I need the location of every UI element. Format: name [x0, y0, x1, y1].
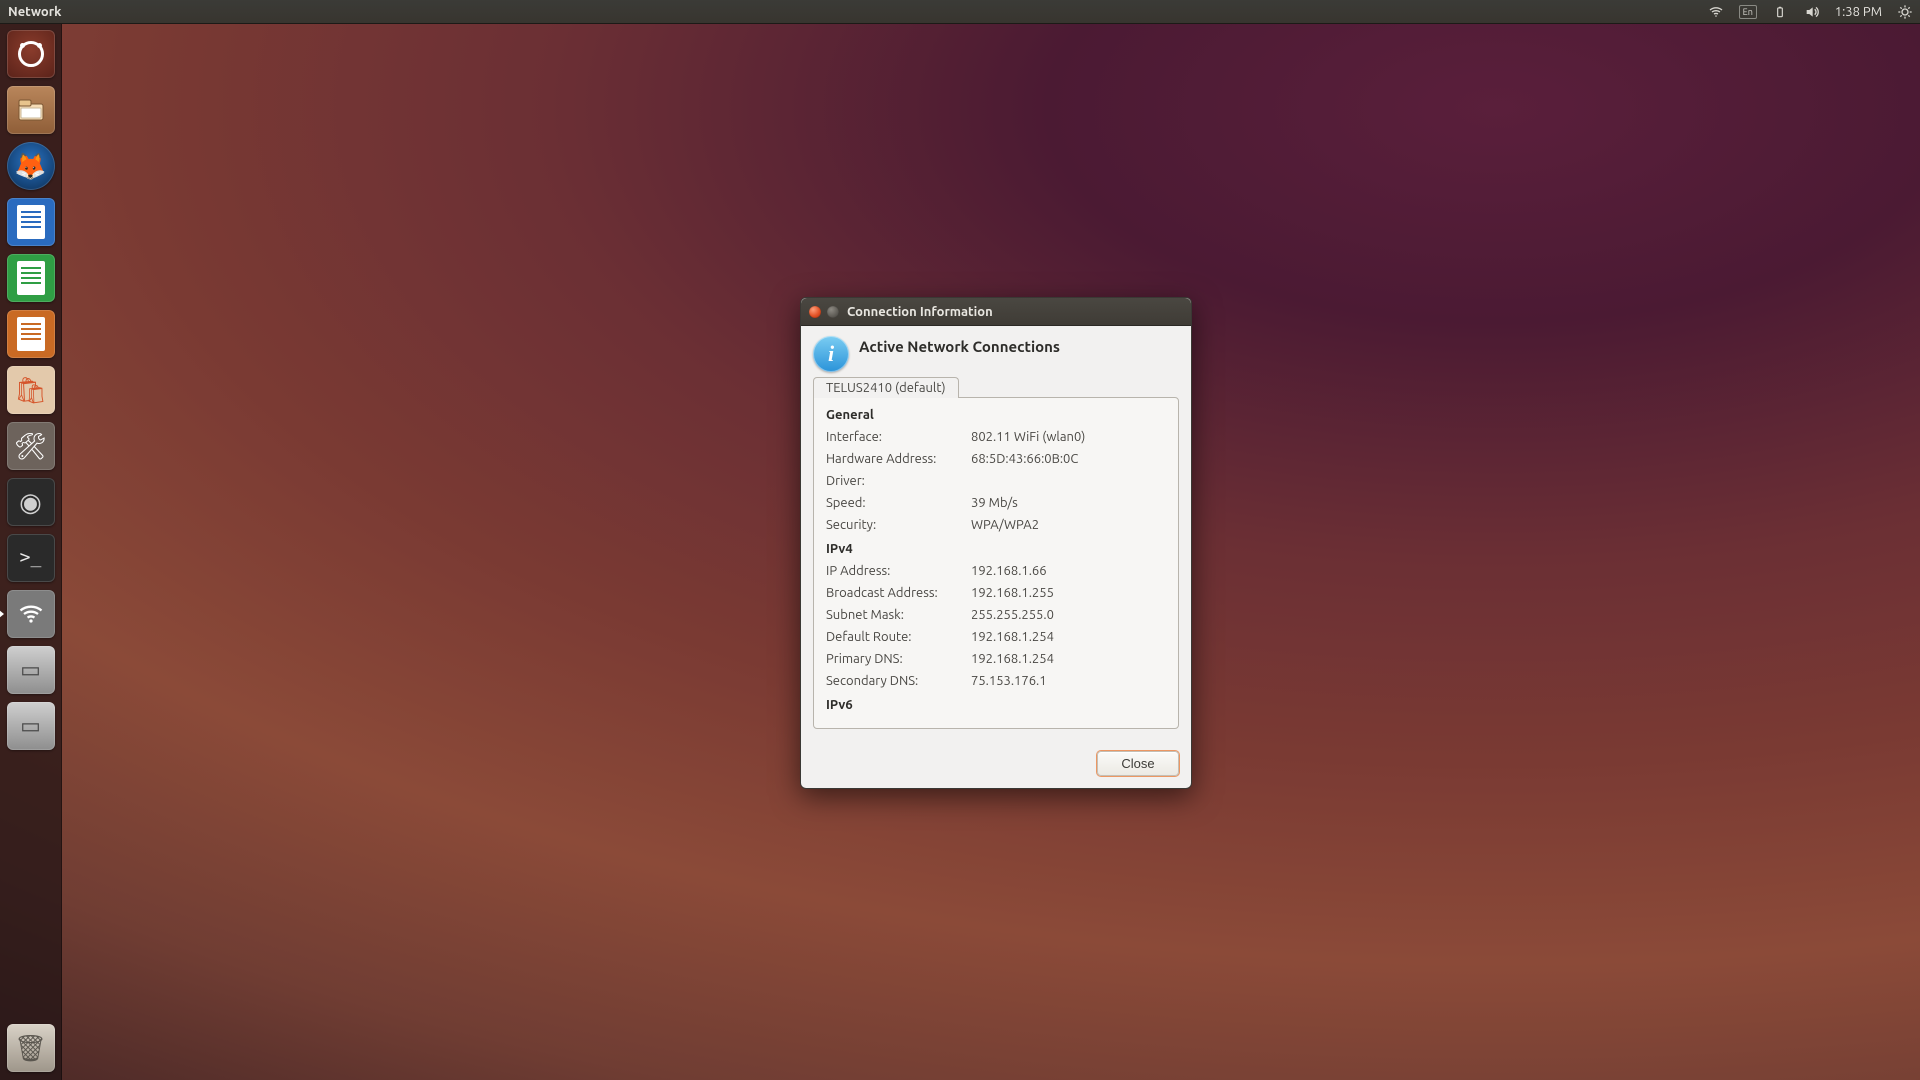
launcher-item-trash[interactable]: 🗑 [7, 1024, 55, 1072]
trash-icon: 🗑 [14, 1035, 47, 1061]
value-subnet-mask: 255.255.255.0 [971, 604, 1166, 626]
launcher-item-dash[interactable] [7, 30, 55, 78]
label-secondary-dns: Secondary DNS: [826, 670, 971, 692]
connection-information-dialog: Connection Information i Active Network … [800, 297, 1192, 789]
keyboard-layout-indicator[interactable]: En [1739, 5, 1757, 19]
firefox-icon: 🦊 [14, 153, 46, 179]
dialog-titlebar[interactable]: Connection Information [801, 298, 1191, 326]
sound-indicator-icon[interactable] [1803, 3, 1821, 21]
terminal-icon: >_ [20, 549, 42, 567]
battery-indicator-icon[interactable] [1771, 3, 1789, 21]
tab-panel: General Interface:802.11 WiFi (wlan0) Ha… [813, 397, 1179, 729]
launcher-item-terminal[interactable]: >_ [7, 534, 55, 582]
clock-indicator[interactable]: 1:38 PM [1835, 5, 1882, 19]
value-interface: 802.11 WiFi (wlan0) [971, 426, 1166, 448]
close-button[interactable]: Close [1097, 751, 1179, 776]
launcher-item-files[interactable] [7, 86, 55, 134]
value-secondary-dns: 75.153.176.1 [971, 670, 1166, 692]
launcher-item-backup[interactable]: ◉ [7, 478, 55, 526]
value-default-route: 192.168.1.254 [971, 626, 1166, 648]
launcher-item-system-settings[interactable]: 🛠 [7, 422, 55, 470]
launcher: 🦊 🛍 🛠 ◉ >_ ▭ ▭ 🗑 [0, 24, 62, 1080]
window-minimize-button[interactable] [827, 306, 839, 318]
safe-icon: ◉ [19, 489, 42, 515]
launcher-item-network[interactable] [7, 590, 55, 638]
ubuntu-logo-icon [18, 41, 44, 67]
gear-wrench-icon: 🛠 [14, 433, 47, 459]
label-default-route: Default Route: [826, 626, 971, 648]
tab-connection[interactable]: TELUS2410 (default) [813, 377, 959, 398]
info-icon: i [813, 336, 849, 372]
label-subnet-mask: Subnet Mask: [826, 604, 971, 626]
document-impress-icon [17, 317, 45, 351]
label-driver: Driver: [826, 470, 971, 492]
launcher-item-firefox[interactable]: 🦊 [7, 142, 55, 190]
session-indicator-icon[interactable] [1896, 3, 1914, 21]
value-security: WPA/WPA2 [971, 514, 1166, 536]
label-broadcast: Broadcast Address: [826, 582, 971, 604]
wifi-icon [15, 598, 47, 630]
dialog-title: Connection Information [847, 305, 993, 319]
document-calc-icon [17, 261, 45, 295]
launcher-item-disk-a[interactable]: ▭ [7, 646, 55, 694]
launcher-item-disk-b[interactable]: ▭ [7, 702, 55, 750]
value-ip-address: 192.168.1.66 [971, 560, 1166, 582]
label-security: Security: [826, 514, 971, 536]
value-speed: 39 Mb/s [971, 492, 1166, 514]
section-general-title: General [826, 408, 1166, 422]
label-ip-address: IP Address: [826, 560, 971, 582]
value-primary-dns: 192.168.1.254 [971, 648, 1166, 670]
value-driver [971, 470, 1166, 492]
launcher-item-software-center[interactable]: 🛍 [7, 366, 55, 414]
hard-drive-icon: ▭ [20, 659, 41, 681]
value-broadcast: 192.168.1.255 [971, 582, 1166, 604]
launcher-item-calc[interactable] [7, 254, 55, 302]
section-ipv4-title: IPv4 [826, 542, 1166, 556]
dialog-heading: Active Network Connections [859, 338, 1060, 355]
hard-drive-icon: ▭ [20, 715, 41, 737]
section-ipv6-title: IPv6 [826, 698, 1166, 712]
connection-tabs: TELUS2410 (default) General Interface:80… [813, 376, 1179, 729]
label-speed: Speed: [826, 492, 971, 514]
window-close-button[interactable] [809, 306, 821, 318]
menubar: Network En 1:38 PM [0, 0, 1920, 24]
document-writer-icon [17, 205, 45, 239]
wifi-indicator-icon[interactable] [1707, 3, 1725, 21]
active-app-title: Network [8, 5, 61, 19]
label-primary-dns: Primary DNS: [826, 648, 971, 670]
label-interface: Interface: [826, 426, 971, 448]
label-hw-address: Hardware Address: [826, 448, 971, 470]
file-manager-icon [15, 94, 47, 126]
value-hw-address: 68:5D:43:66:0B:0C [971, 448, 1166, 470]
indicator-area: En 1:38 PM [1707, 3, 1914, 21]
launcher-item-writer[interactable] [7, 198, 55, 246]
launcher-item-impress[interactable] [7, 310, 55, 358]
shopping-bag-icon: 🛍 [14, 377, 47, 403]
